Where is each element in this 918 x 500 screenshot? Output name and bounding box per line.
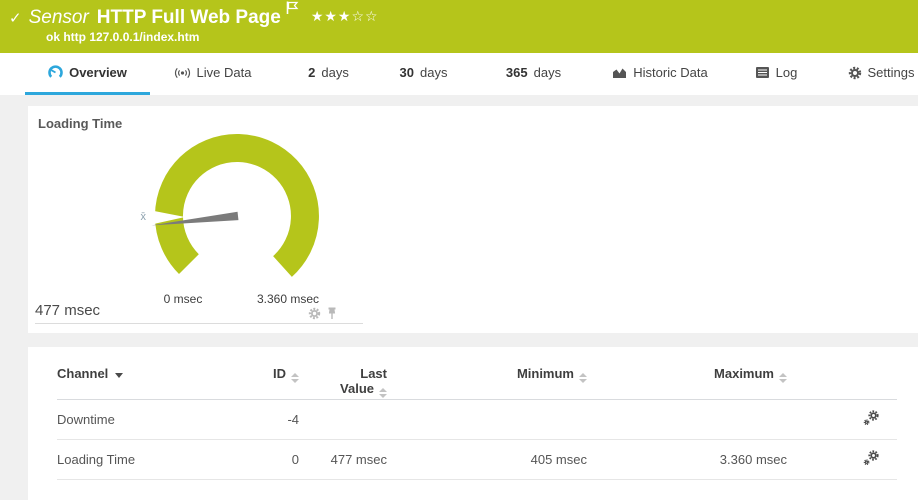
sort-arrows-icon bbox=[291, 373, 299, 383]
channel-last-value-cell: 477 msec bbox=[299, 439, 387, 480]
sort-arrows-icon bbox=[779, 373, 787, 383]
channel-settings-gears-icon[interactable] bbox=[863, 410, 880, 426]
status-ok-check-icon: ✓ bbox=[9, 9, 22, 27]
channel-minimum-cell: 405 msec bbox=[387, 439, 587, 480]
sensor-type-label: Sensor bbox=[28, 7, 89, 28]
sensor-header-banner: ✓ Sensor HTTP Full Web Page ★★★☆☆ ok htt… bbox=[0, 0, 918, 53]
tab-historic-data-label: Historic Data bbox=[633, 65, 708, 80]
gauge-icon bbox=[48, 65, 63, 78]
tab-live-data[interactable]: Live Data bbox=[160, 53, 265, 95]
channels-table: Channel ID Last Value Minimum Maximum Do… bbox=[57, 347, 897, 480]
content-area: Loading Time x̄ 0 msec 3.360 msec 477 ms… bbox=[0, 95, 918, 500]
loading-time-gauge-widget: Loading Time x̄ 0 msec 3.360 msec 477 ms… bbox=[28, 106, 918, 333]
tab-overview-label: Overview bbox=[69, 65, 127, 80]
channels-table-card: Channel ID Last Value Minimum Maximum Do… bbox=[28, 347, 918, 500]
gauge-arc bbox=[154, 134, 319, 277]
column-header-minimum[interactable]: Minimum bbox=[387, 347, 587, 400]
tab-settings[interactable]: Settings bbox=[844, 53, 918, 95]
sort-arrows-icon bbox=[579, 373, 587, 383]
tab-bar: Overview Live Data 2 days 30 days 365 da… bbox=[0, 53, 918, 95]
channel-name-cell[interactable]: Downtime bbox=[57, 399, 242, 440]
tab-2-days[interactable]: 2 days bbox=[290, 53, 367, 95]
gear-icon bbox=[848, 66, 861, 79]
column-header-last-value[interactable]: Last Value bbox=[299, 347, 387, 400]
area-chart-icon bbox=[613, 68, 627, 78]
tab-365-days-number: 365 bbox=[505, 65, 528, 80]
gauge-current-value: 477 msec bbox=[35, 302, 101, 319]
channel-name-cell[interactable]: Loading Time bbox=[57, 439, 242, 480]
column-header-maximum[interactable]: Maximum bbox=[587, 347, 787, 400]
log-list-icon bbox=[755, 67, 769, 78]
tab-2-days-number: 2 bbox=[308, 65, 316, 80]
column-header-channel[interactable]: Channel bbox=[57, 347, 242, 400]
tab-30-days-label: days bbox=[420, 65, 448, 80]
tab-30-days-number: 30 bbox=[399, 65, 414, 80]
channel-settings-gears-icon[interactable] bbox=[863, 450, 880, 466]
tab-historic-data[interactable]: Historic Data bbox=[600, 53, 720, 95]
tab-overview[interactable]: Overview bbox=[25, 53, 150, 95]
tab-365-days[interactable]: 365 days bbox=[490, 53, 577, 95]
priority-stars[interactable]: ★★★☆☆ bbox=[311, 9, 379, 25]
sort-caret-down-icon bbox=[115, 373, 124, 378]
tab-log-label: Log bbox=[775, 65, 798, 80]
stars-filled: ★★★ bbox=[310, 9, 352, 25]
tab-30-days[interactable]: 30 days bbox=[385, 53, 462, 95]
tab-settings-label: Settings bbox=[867, 65, 915, 80]
gauge-average-label: x̄ bbox=[141, 211, 147, 223]
channel-id-cell: -4 bbox=[242, 399, 299, 440]
widget-settings-gear-icon[interactable] bbox=[308, 307, 321, 320]
tab-live-data-label: Live Data bbox=[196, 65, 252, 80]
column-header-maximum-label: Maximum bbox=[714, 366, 774, 381]
widget-divider bbox=[35, 323, 363, 324]
table-row-loading-time: Loading Time 0 477 msec 405 msec 3.360 m… bbox=[57, 439, 897, 480]
tab-log[interactable]: Log bbox=[736, 53, 816, 95]
broadcast-icon bbox=[174, 67, 190, 78]
channel-last-value-cell bbox=[299, 399, 387, 440]
tab-2-days-label: days bbox=[321, 65, 349, 80]
channel-id-cell: 0 bbox=[242, 439, 299, 480]
tab-365-days-label: days bbox=[533, 65, 562, 80]
column-header-id-label: ID bbox=[273, 366, 286, 381]
gauge-max-label: 3.360 msec bbox=[256, 292, 320, 306]
channel-maximum-cell: 3.360 msec bbox=[587, 439, 787, 480]
sort-arrows-icon bbox=[379, 388, 387, 398]
stars-empty: ☆☆ bbox=[351, 9, 379, 25]
sensor-status-message: ok http 127.0.0.1/index.htm bbox=[46, 30, 200, 44]
sensor-title: HTTP Full Web Page bbox=[96, 7, 281, 28]
column-header-actions bbox=[787, 347, 897, 400]
table-row-downtime: Downtime -4 bbox=[57, 399, 897, 440]
column-header-id[interactable]: ID bbox=[242, 347, 299, 400]
channel-maximum-cell bbox=[587, 399, 787, 440]
channel-minimum-cell bbox=[387, 399, 587, 440]
column-header-minimum-label: Minimum bbox=[516, 366, 574, 381]
loading-time-gauge: x̄ bbox=[141, 134, 319, 277]
flag-icon[interactable] bbox=[286, 1, 299, 20]
widget-pin-icon[interactable] bbox=[326, 307, 338, 320]
column-header-channel-label: Channel bbox=[57, 366, 109, 381]
gauge-min-label: 0 msec bbox=[163, 292, 203, 306]
